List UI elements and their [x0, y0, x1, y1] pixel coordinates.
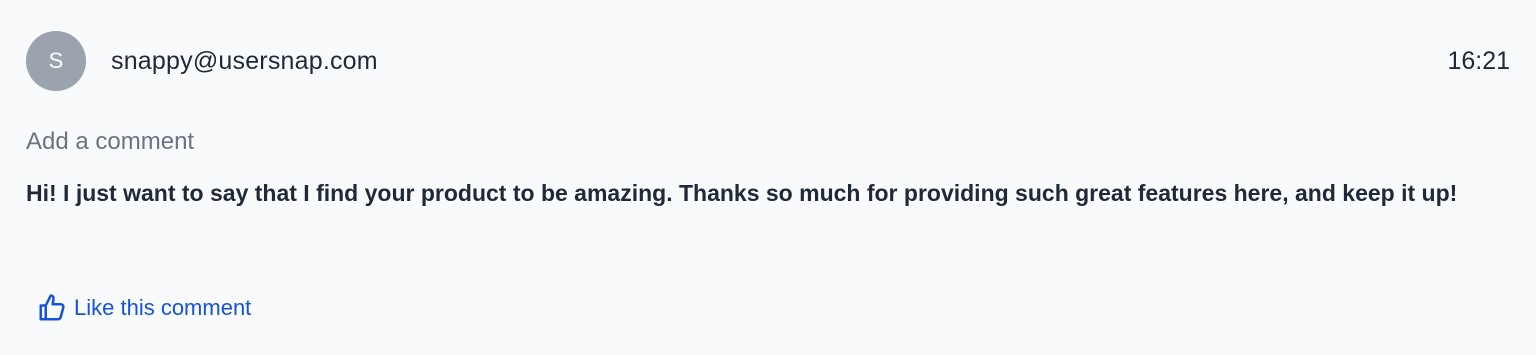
like-comment-label: Like this comment: [74, 295, 252, 320]
thumbs-up-icon: [37, 292, 67, 324]
avatar-initial: S: [48, 48, 64, 73]
comment-label: Add a comment: [26, 128, 195, 155]
comment-header: S snappy@usersnap.com 16:21: [26, 31, 1510, 91]
comment-time: 16:21: [1447, 46, 1510, 75]
avatar: S: [26, 31, 86, 91]
comment-card: S snappy@usersnap.com 16:21 Add a commen…: [0, 0, 1536, 355]
like-comment-button[interactable]: Like this comment: [37, 292, 251, 324]
comment-text: Hi! I just want to say that I find your …: [26, 180, 1458, 206]
comment-author: snappy@usersnap.com: [111, 46, 378, 75]
